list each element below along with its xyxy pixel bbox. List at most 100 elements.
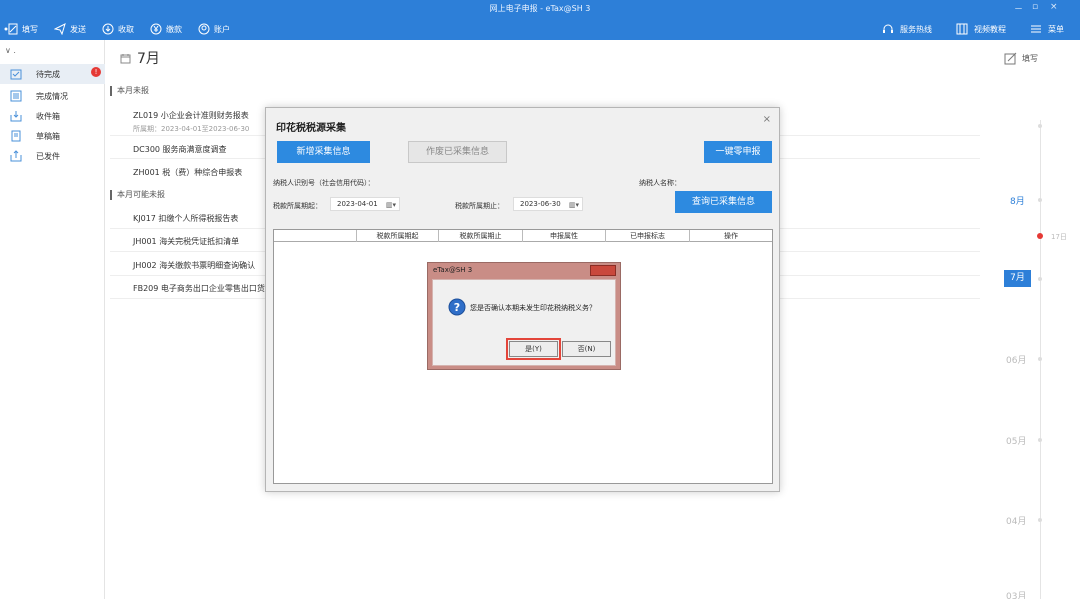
column-header: 税款所属期止	[438, 230, 522, 242]
messagebox-title: eTax@SH 3	[433, 266, 473, 274]
toolbar-payment-button[interactable]: 缴款	[150, 23, 182, 35]
account-icon	[198, 23, 210, 35]
edit-icon	[1004, 52, 1017, 65]
sidebar-item-label: 待完成	[36, 70, 60, 79]
taxpayer-name-label: 纳税人名称：	[639, 179, 681, 187]
send-icon	[54, 23, 66, 35]
timeline-dot	[1038, 518, 1042, 522]
timeline-dot	[1038, 124, 1042, 128]
pending-badge: !	[91, 67, 101, 77]
period-end-value: 2023-06-30	[520, 200, 561, 208]
task-item[interactable]: JH001 海关完税凭证抵扣清单	[133, 236, 239, 247]
column-header: 操作	[689, 230, 772, 242]
add-collection-button[interactable]: 新增采集信息	[277, 141, 370, 163]
sidebar-item-pending[interactable]: 待完成 !	[0, 64, 105, 84]
maximize-button[interactable]: ▫	[1032, 2, 1038, 12]
inbox-icon	[10, 111, 22, 122]
timeline-current-month[interactable]: 7月	[1004, 270, 1031, 287]
clipboard-icon	[10, 69, 22, 80]
sidebar-item-label: 完成情况	[36, 92, 68, 101]
toolbar-fill-button[interactable]: 填写	[4, 23, 38, 35]
fill-button[interactable]: 填写	[1004, 52, 1038, 65]
period-end-input[interactable]: 2023-06-30 ▥▾	[513, 197, 583, 211]
dialog-title: 印花税税源采集	[276, 123, 346, 134]
menu-label: 菜单	[1048, 24, 1064, 34]
draft-icon	[11, 130, 21, 142]
main-toolbar: 填写 发送 收取 缴款 账户	[4, 20, 246, 38]
minimize-button[interactable]: －	[1014, 2, 1023, 15]
taxpayer-id-label: 纳税人识别号（社会信用代码）：	[273, 179, 375, 187]
hamburger-icon	[1031, 25, 1041, 33]
confirm-messagebox: eTax@SH 3 ? 您是否确认本期未发生印花税纳税义务？ 是(Y) 否(N)	[427, 262, 621, 370]
toolbar-send-button[interactable]: 发送	[54, 23, 86, 35]
film-icon	[956, 23, 968, 35]
sidebar-item-inbox[interactable]: 收件箱	[0, 106, 105, 126]
column-header: 税款所属期起	[356, 230, 438, 242]
messagebox-text: 您是否确认本期未发生印花税纳税义务？	[470, 304, 596, 312]
timeline-month[interactable]: 03月	[1006, 589, 1026, 599]
toolbar-receive-label: 收取	[118, 24, 134, 34]
timeline-month[interactable]: 04月	[1006, 514, 1026, 527]
messagebox-close-button[interactable]	[590, 265, 616, 276]
task-item[interactable]: ZL019 小企业会计准则财务报表	[133, 110, 249, 121]
yes-button[interactable]: 是(Y)	[506, 338, 561, 360]
zero-declare-button[interactable]: 一键零申报	[704, 141, 772, 163]
toolbar-account-label: 账户	[214, 24, 230, 34]
month-header: 7月	[120, 48, 160, 68]
fill-label: 填写	[1022, 54, 1038, 63]
download-icon	[102, 23, 114, 35]
sidebar-item-sent[interactable]: 已发件	[0, 146, 105, 166]
list-icon	[10, 90, 22, 102]
calendar-dropdown-icon[interactable]: ▥▾	[386, 199, 396, 211]
sidebar-collapse-toggle[interactable]: ∨ .	[5, 46, 16, 55]
section-possible: 本月可能未报	[110, 190, 165, 200]
period-start-label: 税款所属期起：	[273, 202, 322, 210]
task-item[interactable]: KJ017 扣缴个人所得税报告表	[133, 213, 238, 224]
calendar-dropdown-icon[interactable]: ▥▾	[569, 199, 579, 211]
query-collection-button[interactable]: 查询已采集信息	[675, 191, 772, 213]
timeline-dot	[1038, 438, 1042, 442]
timeline-month[interactable]: 06月	[1006, 353, 1026, 366]
edit-icon	[4, 23, 18, 35]
task-item[interactable]: FB209 电子商务出口企业零售出口货物	[133, 283, 273, 294]
task-item[interactable]: JH002 海关缴款书票明细查询确认	[133, 260, 255, 271]
toolbar-account-button[interactable]: 账户	[198, 23, 230, 35]
toolbar-fill-label: 填写	[22, 24, 38, 34]
service-hotline-button[interactable]: 服务热线	[882, 20, 932, 38]
video-tutorial-label: 视频教程	[974, 24, 1006, 34]
column-header: 申报属性	[522, 230, 605, 242]
headset-icon	[883, 24, 893, 33]
timeline-dot	[1038, 277, 1042, 281]
column-header: 已申报标志	[605, 230, 689, 242]
sidebar-item-label: 草稿箱	[36, 132, 60, 141]
window-title: 网上电子申报 - eTax@SH 3	[489, 4, 591, 13]
void-collection-button[interactable]: 作废已采集信息	[408, 141, 507, 163]
period-start-input[interactable]: 2023-04-01 ▥▾	[330, 197, 400, 211]
section-unreported: 本月未报	[110, 86, 149, 96]
timeline-dot	[1038, 357, 1042, 361]
timeline-month[interactable]: 8月	[1010, 194, 1025, 207]
close-window-button[interactable]: ×	[1050, 2, 1058, 12]
menu-button[interactable]: 菜单	[1030, 20, 1064, 38]
messagebox-body: ? 您是否确认本期未发生印花税纳税义务？ 是(Y) 否(N)	[432, 279, 616, 366]
dialog-close-button[interactable]: ×	[763, 114, 771, 125]
title-bar: 网上电子申报 - eTax@SH 3 － ▫ × 填写 发送 收取 缴款 账户 …	[0, 0, 1080, 40]
timeline-month[interactable]: 05月	[1006, 434, 1026, 447]
upload-icon	[10, 150, 22, 162]
no-button[interactable]: 否(N)	[562, 341, 611, 357]
table-header: 税款所属期起 税款所属期止 申报属性 已申报标志 操作	[274, 230, 772, 242]
question-icon: ?	[448, 298, 466, 316]
toolbar-receive-button[interactable]: 收取	[102, 23, 134, 35]
sidebar-item-drafts[interactable]: 草稿箱	[0, 126, 105, 146]
task-item[interactable]: ZH001 税（费）种综合申报表	[133, 167, 242, 178]
service-hotline-label: 服务热线	[900, 24, 932, 34]
task-item[interactable]: DC300 服务商满意度调查	[133, 144, 227, 155]
yen-icon	[150, 23, 162, 35]
toolbar-payment-label: 缴款	[166, 24, 182, 34]
sidebar-item-completion[interactable]: 完成情况	[0, 86, 105, 106]
sidebar: ∨ . 待完成 ! 完成情况 收件箱 草稿箱 已发件	[0, 40, 105, 599]
timeline-current-dot	[1037, 233, 1043, 239]
period-start-value: 2023-04-01	[337, 200, 378, 208]
video-tutorial-button[interactable]: 视频教程	[956, 20, 1006, 38]
timeline-day-label: 17日	[1051, 233, 1067, 241]
